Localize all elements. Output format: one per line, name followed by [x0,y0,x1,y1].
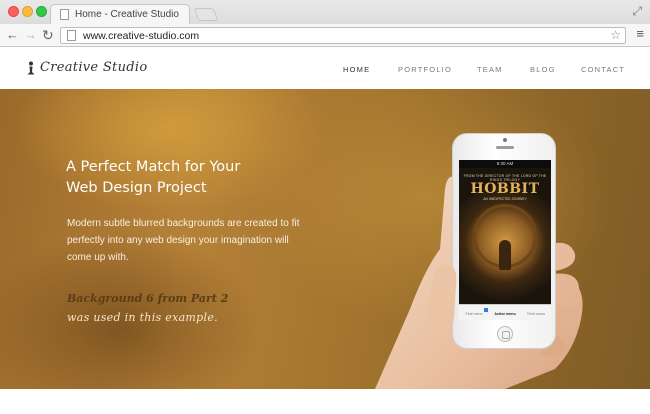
page-bottom [0,389,650,414]
nav-portfolio[interactable]: PORTFOLIO [398,65,452,74]
nav-blog[interactable]: BLOG [530,65,556,74]
nav-team[interactable]: TEAM [477,65,503,74]
page-icon [60,9,69,20]
logo-text[interactable]: Creative Studio [40,60,147,75]
back-icon[interactable]: ← [6,27,19,43]
hero-title-line-2: Web Design Project [66,180,207,196]
nav-home[interactable]: HOME [343,65,370,74]
speaker-icon [496,146,514,149]
app-tab-third[interactable]: Third menu [521,312,551,316]
hero-section: A Perfect Match for Your Web Design Proj… [0,89,650,389]
home-button [497,326,513,342]
camera-icon [503,138,507,142]
reload-icon[interactable]: ↻ [42,27,54,43]
hero-description: Modern subtle blurred backgrounds are cr… [67,218,300,263]
app-tab-bar: First menu Active menu Third menu [459,304,551,320]
site-header: Creative Studio HOME PORTFOLIO TEAM BLOG… [0,47,650,89]
poster-title: HOBBIT [470,181,540,197]
thumb-image [427,264,457,337]
tab-title: Home - Creative Studio [75,9,179,20]
page-icon [67,30,76,41]
nav-contact[interactable]: CONTACT [581,65,625,74]
app-tab-active[interactable]: Active menu [490,312,520,316]
phone-screen: 9:30 AM FROM THE DIRECTOR OF THE LORD OF… [459,160,551,320]
forward-icon[interactable]: → [24,27,37,43]
browser-toolbar: ← → ↻ www.creative-studio.com ☆ ≡ [0,24,650,47]
logo-icon [27,61,35,75]
poster-subtitle: AN UNEXPECTED JOURNEY [483,197,527,201]
movie-poster: FROM THE DIRECTOR OF THE LORD OF THE RIN… [459,168,551,304]
hero-note-line-1: Background 6 from Part 2 [67,292,229,305]
hero-title: A Perfect Match for Your Web Design Proj… [66,157,326,199]
star-icon[interactable]: ☆ [610,28,621,42]
menu-icon[interactable]: ≡ [636,26,644,41]
status-time: 9:30 AM [459,160,551,168]
browser-tab[interactable]: Home - Creative Studio [50,4,190,25]
hero-note: Background 6 from Part 2 was used in thi… [67,289,228,327]
poster-figure [499,240,511,270]
close-window-button[interactable] [8,6,19,17]
address-bar[interactable]: www.creative-studio.com ☆ [60,27,626,44]
maximize-window-button[interactable] [36,6,47,17]
browser-titlebar: Home - Creative Studio ⤢ [0,0,650,25]
new-tab-button[interactable] [193,8,219,21]
expand-icon[interactable]: ⤢ [632,4,642,19]
minimize-window-button[interactable] [22,6,33,17]
url-text[interactable]: www.creative-studio.com [83,30,199,42]
hero-title-line-1: A Perfect Match for Your [66,159,241,175]
hero-note-line-2: was used in this example. [67,311,218,324]
